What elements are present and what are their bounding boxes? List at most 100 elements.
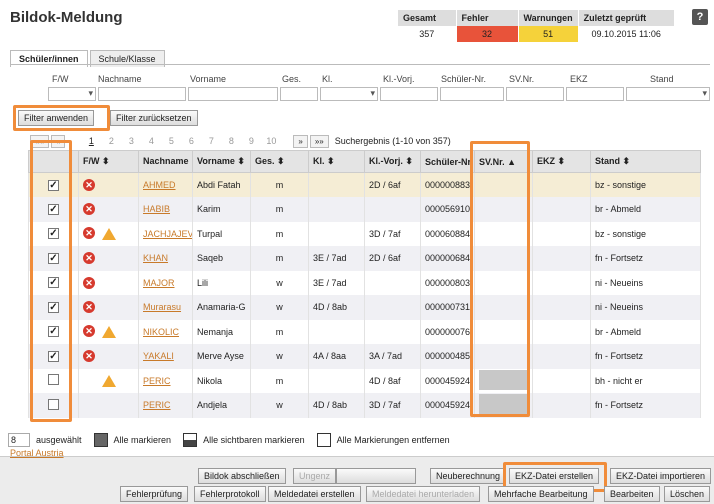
filter-label-schuelernr: Schüler-Nr. bbox=[441, 74, 487, 84]
ekz-cell bbox=[532, 270, 591, 295]
column-header-4[interactable]: Ges. ⬍ bbox=[250, 150, 309, 173]
vorname-cell: Nemanja bbox=[192, 319, 251, 344]
filter-stand-select[interactable] bbox=[626, 87, 710, 101]
student-name-link[interactable]: AHMED bbox=[143, 180, 176, 190]
neuberechnung-button[interactable]: Neuberechnung bbox=[430, 468, 507, 484]
filter-ekz-input[interactable] bbox=[566, 87, 624, 101]
klvorj-cell: 4D / 8af bbox=[364, 368, 421, 393]
student-name-link[interactable]: KHAN bbox=[143, 253, 168, 263]
tab-divider bbox=[10, 64, 710, 65]
pager-page-2[interactable]: 2 bbox=[101, 136, 121, 146]
ekz-datei-importieren-button[interactable]: EKZ-Datei importieren bbox=[610, 468, 712, 484]
nachname-cell: PERIC bbox=[138, 393, 193, 418]
nachname-cell: YAKALI bbox=[138, 344, 193, 369]
student-name-link[interactable]: YAKALI bbox=[143, 351, 174, 361]
table-row[interactable]: ✓ ✕ AHMED Abdi Fatah m 2D / 6af 000000883 bz - … bbox=[28, 172, 701, 197]
student-name-link[interactable]: NIKOLIC bbox=[143, 327, 179, 337]
stand-cell: ni - Neueins bbox=[590, 295, 701, 320]
fw-cell: ✕ bbox=[78, 344, 139, 369]
help-icon[interactable]: ? bbox=[692, 9, 708, 25]
table-row[interactable]: ✓ ✕ KHAN Saqeb m 3E / 7ad 2D / 6af 000000684 fn … bbox=[28, 246, 701, 271]
table-row[interactable]: ✓ ✕ YAKALI Merve Ayse w 4A / 8aa 3A / 7ad 00000… bbox=[28, 344, 701, 369]
kl-cell bbox=[308, 319, 365, 344]
ekz-cell bbox=[532, 221, 591, 246]
student-name-link[interactable]: MAJOR bbox=[143, 278, 175, 288]
pager-page-10[interactable]: 10 bbox=[261, 136, 281, 146]
filter-kl-select[interactable] bbox=[320, 87, 378, 101]
filter-label-klvorj: Kl.-Vorj. bbox=[383, 74, 415, 84]
vorname-cell: Anamaria-G bbox=[192, 295, 251, 320]
filter-svnr-input[interactable] bbox=[506, 87, 564, 101]
mehrfache-bearbeitung-button[interactable]: Mehrfache Bearbeitung bbox=[488, 486, 594, 502]
schuelernr-cell: 000056910 bbox=[420, 197, 475, 222]
ekz-cell bbox=[532, 295, 591, 320]
pager-page-5[interactable]: 5 bbox=[161, 136, 181, 146]
error-icon: ✕ bbox=[83, 227, 95, 240]
reset-filter-button[interactable]: Filter zurücksetzen bbox=[110, 110, 198, 126]
column-header-1[interactable]: F/W ⬍ bbox=[78, 150, 139, 173]
bearbeiten-button[interactable]: Bearbeiten bbox=[604, 486, 660, 502]
mark-visible-icon[interactable] bbox=[183, 433, 198, 447]
pager-page-3[interactable]: 3 bbox=[121, 136, 141, 146]
table-row[interactable]: PERIC Andjela w 4D / 8ab 3D / 7af 000045924 fn… bbox=[28, 393, 701, 418]
column-header-6[interactable]: Kl.-Vorj. ⬍ bbox=[364, 150, 421, 173]
pager-page-1[interactable]: 1 bbox=[81, 136, 101, 146]
pager-page-9[interactable]: 9 bbox=[241, 136, 261, 146]
column-header-5[interactable]: Kl. ⬍ bbox=[308, 150, 365, 173]
pager-page-4[interactable]: 4 bbox=[141, 136, 161, 146]
warning-icon bbox=[102, 326, 116, 339]
pager-page-7[interactable]: 7 bbox=[201, 136, 221, 146]
pager-page-6[interactable]: 6 bbox=[181, 136, 201, 146]
column-header-3[interactable]: Vorname ⬍ bbox=[192, 150, 251, 173]
vorname-cell: Nikola bbox=[192, 368, 251, 393]
unmark-icon[interactable] bbox=[316, 433, 331, 447]
student-name-link[interactable]: PERIC bbox=[143, 376, 171, 386]
filter-fw-select[interactable] bbox=[48, 87, 96, 101]
mark-all-link[interactable]: Alle markieren bbox=[114, 435, 172, 445]
bildok-abschliessen-button[interactable]: Bildok abschließen bbox=[198, 468, 286, 484]
kl-cell bbox=[308, 221, 365, 246]
hidden-button[interactable] bbox=[336, 468, 416, 484]
fehlerprotokoll-button[interactable]: Fehlerprotokoll bbox=[194, 486, 266, 502]
pager-page-8[interactable]: 8 bbox=[221, 136, 241, 146]
table-row[interactable]: ✓ ✕ JACHJAJEV Turpal m 3D / 7af 000060884 bz - … bbox=[28, 221, 701, 246]
column-header-9[interactable]: EKZ ⬍ bbox=[532, 150, 591, 173]
error-icon: ✕ bbox=[83, 276, 95, 289]
ges-cell: m bbox=[250, 319, 309, 344]
column-header-2[interactable]: Nachname ⬍ bbox=[138, 150, 193, 173]
table-row[interactable]: ✓ ✕ MAJOR Lili w 3E / 7ad 000000803 ni - Neuein… bbox=[28, 270, 701, 295]
portal-austria-link[interactable]: Portal Austria bbox=[10, 448, 64, 458]
table-row[interactable]: ✓ ✕ Murarasu Anamaria-G w 4D / 8ab 000000731 ni… bbox=[28, 295, 701, 320]
meldedatei-erstellen-button[interactable]: Meldedatei erstellen bbox=[268, 486, 361, 502]
student-name-link[interactable]: PERIC bbox=[143, 400, 171, 410]
unmark-link[interactable]: Alle Markierungen entfernen bbox=[337, 435, 450, 445]
filter-schuelernr-input[interactable] bbox=[440, 87, 504, 101]
filter-klvorj-input[interactable] bbox=[380, 87, 438, 101]
table-row[interactable]: ✓ ✕ HABIB Karim m 000056910 br - Abmeld bbox=[28, 197, 701, 222]
table-row[interactable]: PERIC Nikola m 4D / 8af 000045924 bh - nicht … bbox=[28, 368, 701, 393]
mark-visible-link[interactable]: Alle sichtbaren markieren bbox=[203, 435, 305, 445]
filter-vorname-input[interactable] bbox=[188, 87, 278, 101]
fw-cell bbox=[78, 393, 139, 418]
mark-all-icon[interactable] bbox=[93, 433, 108, 447]
student-name-link[interactable]: Murarasu bbox=[143, 302, 181, 312]
column-header-10[interactable]: Stand ⬍ bbox=[590, 150, 701, 173]
filter-ges-input[interactable] bbox=[280, 87, 318, 101]
pager-next-button[interactable]: » bbox=[293, 134, 308, 148]
ges-cell: w bbox=[250, 393, 309, 418]
nachname-cell: NIKOLIC bbox=[138, 319, 193, 344]
highlight-checkbox-column bbox=[30, 140, 72, 422]
ekz-cell bbox=[532, 344, 591, 369]
pager-last-button[interactable]: »» bbox=[309, 134, 329, 148]
stat-header-zuletzt: Zuletzt geprüft bbox=[578, 10, 675, 26]
student-name-link[interactable]: HABIB bbox=[143, 204, 170, 214]
klvorj-cell bbox=[364, 319, 421, 344]
table-row[interactable]: ✓ ✕ NIKOLIC Nemanja m 000000076 br - Abmeld bbox=[28, 319, 701, 344]
filter-nachname-input[interactable] bbox=[98, 87, 186, 101]
fehlerpruefung-button[interactable]: Fehlerprüfung bbox=[120, 486, 189, 502]
student-name-link[interactable]: JACHJAJEV bbox=[143, 229, 192, 239]
column-header-7[interactable]: Schüler-Nr. bbox=[420, 150, 475, 173]
table-header-row: F/W ⬍Nachname ⬍Vorname ⬍Ges. ⬍Kl. ⬍Kl.-V… bbox=[28, 150, 701, 173]
loeschen-button[interactable]: Löschen bbox=[664, 486, 711, 502]
error-icon: ✕ bbox=[83, 325, 95, 338]
